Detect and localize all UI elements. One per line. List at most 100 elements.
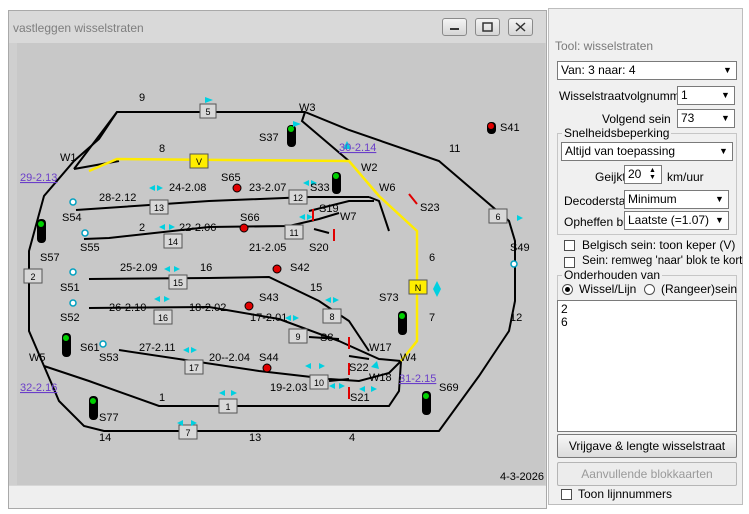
svg-text:W7: W7 — [340, 211, 357, 223]
svg-text:S54: S54 — [62, 212, 82, 224]
svg-text:9: 9 — [295, 332, 300, 342]
link-32-2.16[interactable]: 32-2.16 — [20, 382, 57, 394]
svg-text:25-2.09: 25-2.09 — [120, 262, 157, 274]
maximize-icon — [482, 22, 493, 32]
svg-text:6: 6 — [429, 252, 435, 264]
link-31-2.15[interactable]: 31-2.15 — [399, 373, 436, 385]
gewijkt-stepper[interactable]: 20 ▲ ▼ — [624, 165, 662, 184]
snelheid-value: Altijd van toepassing — [565, 144, 676, 158]
block-v: V — [189, 153, 209, 169]
close-button[interactable] — [508, 18, 533, 36]
svg-text:18-2.02: 18-2.02 — [189, 302, 226, 314]
volgnummer-label: Wisselstraatvolgnummer — [559, 89, 691, 103]
decoderstap-label: Decoderstap — [564, 194, 633, 208]
opheffen-label: Opheffen bij — [564, 215, 629, 229]
block-6: 6 — [488, 208, 508, 224]
svg-text:N: N — [415, 283, 422, 293]
chevron-down-icon: ▼ — [723, 65, 732, 75]
svg-text:15: 15 — [310, 282, 322, 294]
svg-text:6: 6 — [495, 212, 500, 222]
belgisch-label: Belgisch sein: toon keper (V) — [582, 238, 736, 252]
svg-text:19-2.03: 19-2.03 — [270, 382, 307, 394]
volgend-sein-label: Volgend sein — [602, 112, 671, 126]
main-window: vastleggen wisselstraten 5 V 13 12 14 11… — [8, 10, 547, 509]
svg-text:W17: W17 — [369, 342, 392, 354]
track-map-canvas[interactable]: 5 V 13 12 14 11 6 N 15 8 16 9 17 10 1 7 … — [17, 43, 545, 485]
svg-text:8: 8 — [329, 312, 334, 322]
route-select[interactable]: Van: 3 naar: 4 ▼ — [557, 61, 737, 80]
svg-text:S77: S77 — [99, 412, 119, 424]
volgnummer-value: 1 — [681, 88, 688, 102]
svg-text:7: 7 — [185, 428, 190, 438]
svg-text:S20: S20 — [309, 242, 329, 254]
svg-text:8: 8 — [159, 143, 165, 155]
block-15: 15 — [168, 274, 188, 290]
svg-text:12: 12 — [293, 193, 303, 203]
link-30-2.14[interactable]: 30-2.14 — [339, 142, 376, 154]
svg-text:13: 13 — [249, 432, 261, 444]
svg-text:S61: S61 — [80, 342, 100, 354]
svg-text:2: 2 — [139, 222, 145, 234]
list-item[interactable]: 6 — [561, 316, 733, 329]
svg-text:S33: S33 — [310, 182, 330, 194]
track-map: 5 V 13 12 14 11 6 N 15 8 16 9 17 10 1 7 … — [20, 92, 530, 444]
toon-checkbox[interactable] — [561, 489, 572, 500]
date-stamp: 4-3-2026 — [500, 471, 545, 483]
svg-text:16: 16 — [200, 262, 212, 274]
belgisch-checkbox[interactable] — [564, 240, 575, 251]
onderhouden-group-title: Onderhouden van — [562, 268, 663, 282]
block-8: 8 — [322, 308, 342, 324]
block-13: 13 — [149, 199, 169, 215]
radio-wissel[interactable] — [562, 284, 573, 295]
block-11: 11 — [284, 224, 304, 240]
snelheid-select[interactable]: Altijd van toepassing ▼ — [561, 142, 733, 161]
svg-text:5: 5 — [205, 107, 210, 117]
chevron-down-icon: ▼ — [721, 113, 730, 123]
svg-text:S49: S49 — [510, 242, 530, 254]
block-5: 5 — [199, 103, 217, 119]
opheffen-select[interactable]: Laatste (=1.07) ▼ — [624, 211, 729, 230]
svg-text:1: 1 — [159, 392, 165, 404]
svg-text:S69: S69 — [439, 382, 459, 394]
radio-sein-label: (Rangeer)sein — [661, 282, 738, 296]
tool-title: Tool: wisselstraten — [555, 39, 654, 53]
gewijkt-value: 20 — [628, 167, 642, 181]
block-12: 12 — [288, 189, 308, 205]
svg-text:W6: W6 — [379, 182, 396, 194]
svg-text:S53: S53 — [99, 352, 119, 364]
svg-text:7: 7 — [429, 312, 435, 324]
radio-sein[interactable] — [644, 284, 655, 295]
svg-text:10: 10 — [314, 378, 324, 388]
stepper-icon[interactable]: ▲ ▼ — [645, 167, 660, 182]
radio-wissel-label: Wissel/Lijn — [579, 282, 637, 296]
svg-text:S66: S66 — [240, 212, 260, 224]
svg-text:2: 2 — [30, 272, 35, 282]
svg-text:16: 16 — [158, 313, 168, 323]
svg-text:14: 14 — [99, 432, 111, 444]
svg-text:23-2.07: 23-2.07 — [249, 182, 286, 194]
minimize-button[interactable] — [442, 18, 467, 36]
block-10: 10 — [309, 374, 329, 390]
chevron-down-icon: ▼ — [719, 146, 728, 156]
volgend-sein-select[interactable]: 73 ▼ — [677, 109, 735, 128]
sein-checkbox[interactable] — [564, 257, 575, 268]
svg-text:W2: W2 — [361, 162, 378, 174]
svg-text:S57: S57 — [40, 252, 60, 264]
link-29-2.13[interactable]: 29-2.13 — [20, 172, 57, 184]
minimize-icon — [450, 28, 459, 30]
svg-text:17-2.01: 17-2.01 — [250, 312, 287, 324]
maximize-button[interactable] — [475, 18, 500, 36]
decoderstap-value: Minimum — [628, 192, 677, 206]
svg-text:S52: S52 — [60, 312, 80, 324]
block-16: 16 — [153, 309, 173, 325]
sein-label: Sein: remweg 'naar' blok te kort — [582, 255, 743, 267]
list-item[interactable]: 2 — [561, 303, 733, 316]
svg-text:S19: S19 — [319, 203, 339, 215]
svg-text:1: 1 — [225, 402, 230, 412]
svg-text:W3: W3 — [299, 102, 316, 114]
item-list[interactable]: 2 6 — [557, 300, 737, 432]
aanvullende-button[interactable]: Aanvullende blokkaarten — [557, 462, 737, 486]
decoderstap-select[interactable]: Minimum ▼ — [624, 190, 729, 209]
vrijgave-button[interactable]: Vrijgave & lengte wisselstraat — [557, 434, 737, 458]
volgnummer-select[interactable]: 1 ▼ — [677, 86, 735, 105]
